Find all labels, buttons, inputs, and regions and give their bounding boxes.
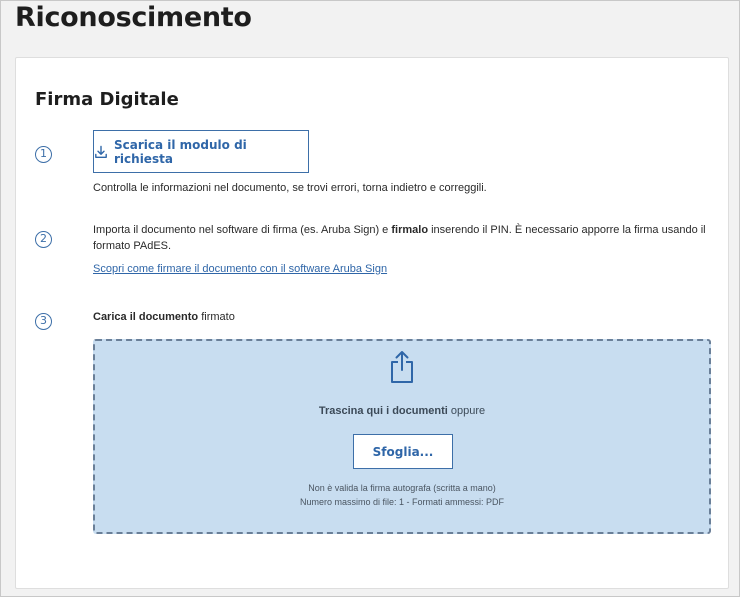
step-3-label-bold: Carica il documento: [93, 311, 199, 323]
step-number-2: 2: [35, 231, 52, 248]
step-3-label: Carica il documento firmato: [93, 309, 235, 325]
drag-drop-text: Trascina qui i documenti oppure: [95, 405, 709, 417]
page-title: Riconoscimento: [15, 2, 252, 33]
drag-text-bold: Trascina qui i documenti: [318, 405, 448, 417]
file-limits-note: Numero massimo di file: 1 - Formati amme…: [299, 497, 505, 507]
handwritten-signature-note: Non è valida la firma autografa (scritta…: [308, 483, 496, 493]
step-number-1: 1: [35, 146, 52, 163]
drag-text-rest: oppure: [447, 405, 486, 417]
browse-button[interactable]: Sfoglia...: [353, 434, 453, 469]
download-icon: [94, 145, 108, 159]
step-2-text-a: Importa il documento nel software di fir…: [93, 224, 392, 236]
step-1-description: Controlla le informazioni nel documento,…: [93, 182, 487, 194]
section-title: Firma Digitale: [35, 89, 179, 110]
download-form-button[interactable]: Scarica il modulo di richiesta: [93, 130, 309, 173]
download-form-label: Scarica il modulo di richiesta: [114, 137, 247, 166]
digital-signature-card: Firma Digitale 1 Scarica il modulo di ri…: [15, 57, 729, 589]
file-dropzone[interactable]: Trascina qui i documenti oppure Sfoglia.…: [93, 339, 711, 534]
step-number-3: 3: [35, 313, 52, 330]
step-2-text-bold: firmalo: [391, 224, 429, 236]
step-3-label-rest: firmato: [198, 311, 235, 323]
step-2-description: Importa il documento nel software di fir…: [93, 222, 711, 254]
upload-share-icon: [389, 350, 415, 389]
aruba-sign-help-link[interactable]: Scopri come firmare il documento con il …: [93, 263, 387, 275]
